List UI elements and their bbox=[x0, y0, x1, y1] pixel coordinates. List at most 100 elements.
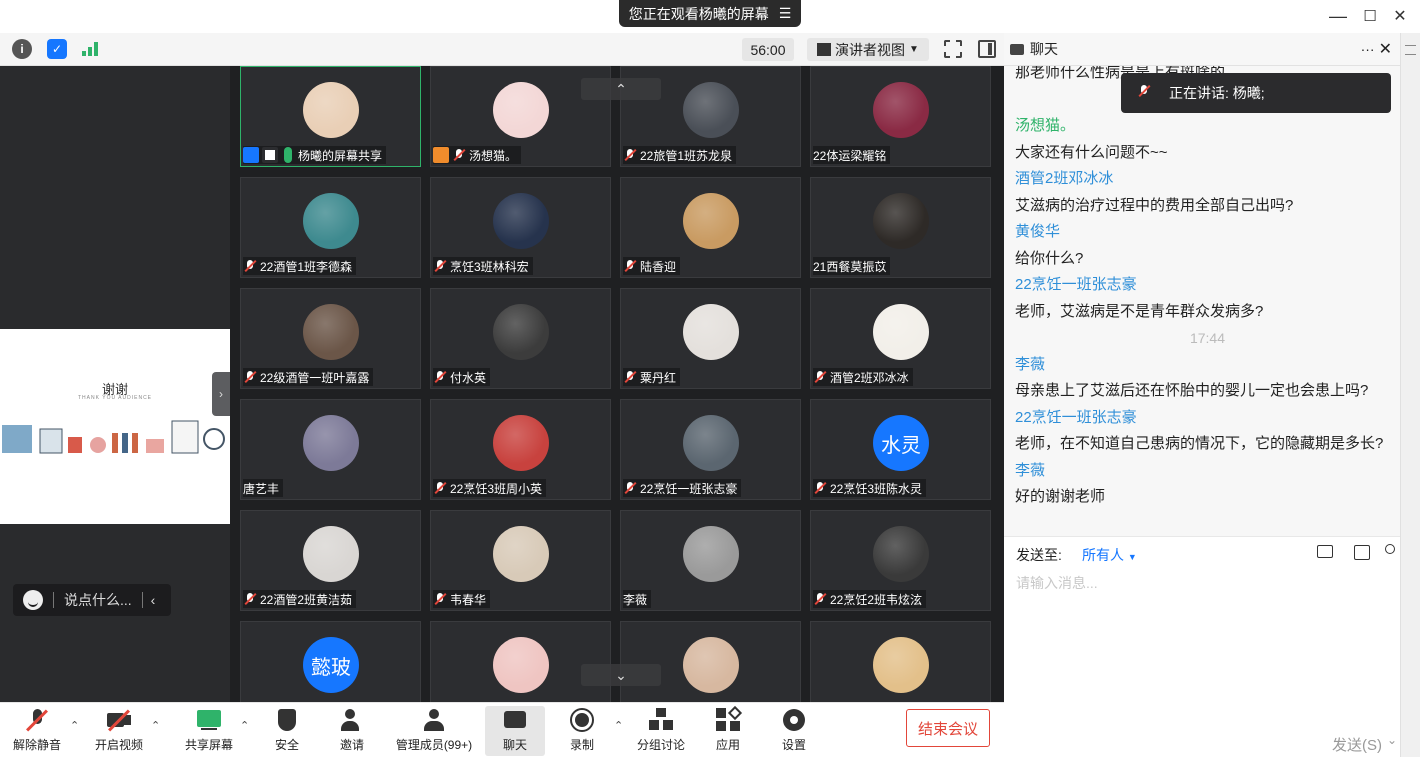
send-options-icon[interactable]: ⌄ bbox=[1387, 733, 1397, 747]
screen-share-banner[interactable]: 您正在观看杨曦的屏幕 ☰ bbox=[619, 0, 801, 27]
breakout-button[interactable]: 分组讨论 bbox=[634, 706, 688, 756]
mic-muted-icon bbox=[25, 708, 49, 732]
medical-illustration bbox=[2, 420, 225, 454]
participant-name-tag: 酒管2班邓冰冰 bbox=[813, 368, 913, 386]
send-to-dropdown[interactable]: 所有人 ▼ bbox=[1082, 545, 1137, 565]
more-icon[interactable]: ··· bbox=[1361, 41, 1375, 57]
participant-tile[interactable]: 烹饪3班林科宏 bbox=[430, 177, 611, 278]
chat-message: 母亲患上了艾滋后还在怀胎中的婴儿一定也会患上吗? bbox=[1015, 382, 1369, 399]
unmute-button[interactable]: 解除静音 bbox=[8, 706, 66, 756]
mic-muted-icon bbox=[433, 592, 447, 606]
avatar bbox=[303, 193, 359, 249]
participant-tile[interactable]: 22烹饪一班张志豪 bbox=[620, 399, 801, 500]
layout-icon[interactable] bbox=[978, 40, 996, 58]
file-icon[interactable] bbox=[1317, 545, 1333, 558]
participant-name-tag: 韦春华 bbox=[433, 590, 491, 608]
participant-name-tag: 22烹饪一班张志豪 bbox=[623, 479, 742, 497]
participant-tile[interactable]: 粟丹红 bbox=[620, 288, 801, 389]
chat-message: 老师，艾滋病是不是青年群众发病多? bbox=[1015, 302, 1264, 320]
shared-slide: 谢谢 THANK YOU AUDIENCE bbox=[0, 329, 230, 524]
meeting-timer: 56:00 bbox=[742, 38, 794, 61]
participant-name-tag: 杨曦的屏幕共享 bbox=[243, 146, 387, 164]
security-button[interactable]: 安全 bbox=[265, 706, 309, 756]
participant-name-tag: 22级酒管一班叶嘉露 bbox=[243, 368, 374, 386]
mic-muted-icon bbox=[433, 370, 447, 384]
apps-button[interactable]: 应用 bbox=[706, 705, 750, 756]
participant-tile[interactable]: 22级酒管一班叶嘉露 bbox=[240, 288, 421, 389]
participant-name-tag: 22体运梁耀铭 bbox=[813, 146, 891, 164]
close-button[interactable]: ✕ bbox=[1385, 4, 1415, 28]
participant-tile[interactable]: 李薇 bbox=[620, 510, 801, 611]
message-input[interactable]: 请输入消息... bbox=[1016, 573, 1098, 593]
record-button[interactable]: 录制 bbox=[560, 706, 604, 756]
minimize-button[interactable]: — bbox=[1323, 4, 1353, 28]
avatar bbox=[683, 526, 739, 582]
participant-tile[interactable] bbox=[620, 621, 801, 702]
scroll-up-button[interactable]: ⌃ bbox=[581, 78, 661, 100]
record-options-icon[interactable]: ⌃ bbox=[614, 719, 623, 732]
info-icon[interactable]: i bbox=[12, 39, 32, 59]
participant-tile[interactable] bbox=[810, 621, 991, 702]
share-screen-button[interactable]: 共享屏幕 bbox=[180, 706, 238, 756]
participant-tile[interactable]: 杨曦的屏幕共享 bbox=[240, 66, 421, 167]
participant-tile[interactable]: 22体运梁耀铭 bbox=[810, 66, 991, 167]
chat-message: 老师，在不知道自己患病的情况下，它的隐藏期是多长? bbox=[1015, 435, 1384, 452]
share-options-icon[interactable]: ⌃ bbox=[240, 719, 249, 732]
signal-icon[interactable] bbox=[82, 42, 100, 56]
participant-name: 22酒管1班李德森 bbox=[260, 259, 353, 274]
participant-name-tag: 21西餐莫振苡 bbox=[813, 257, 891, 275]
participant-name: 22体运梁耀铭 bbox=[813, 148, 887, 163]
side-rail bbox=[1400, 33, 1420, 757]
share-banner-text: 您正在观看杨曦的屏幕 bbox=[628, 5, 769, 22]
send-button[interactable]: 发送(S) bbox=[1332, 734, 1382, 755]
participant-tile[interactable]: 韦春华 bbox=[430, 510, 611, 611]
audio-options-icon[interactable]: ⌃ bbox=[70, 719, 79, 732]
participant-tile[interactable]: 22烹饪2班韦炫泫 bbox=[810, 510, 991, 611]
participant-tile[interactable]: 21西餐莫振苡 bbox=[810, 177, 991, 278]
chat-sender: 22烹饪一班张志豪 bbox=[1015, 408, 1137, 426]
user-icon[interactable] bbox=[1385, 544, 1395, 554]
participant-tile[interactable]: 陆香迎 bbox=[620, 177, 801, 278]
participant-tile[interactable] bbox=[430, 621, 611, 702]
scroll-down-button[interactable]: ⌄ bbox=[581, 664, 661, 686]
maximize-button[interactable]: ☐ bbox=[1355, 4, 1385, 28]
video-options-icon[interactable]: ⌃ bbox=[151, 719, 160, 732]
reaction-input[interactable]: 说点什么... ‹ bbox=[13, 584, 171, 616]
side-menu-icon[interactable] bbox=[1405, 45, 1416, 55]
view-mode-dropdown[interactable]: 演讲者视图 ▼ bbox=[807, 38, 929, 61]
participant-tile[interactable]: 22烹饪3班周小英 bbox=[430, 399, 611, 500]
participant-tile[interactable]: 懿玻 bbox=[240, 621, 421, 702]
banner-menu-icon[interactable]: ☰ bbox=[779, 5, 792, 22]
invite-button[interactable]: 邀请 bbox=[330, 706, 374, 756]
chevron-left-icon[interactable]: ‹ bbox=[151, 592, 156, 608]
participant-name: 陆香迎 bbox=[640, 259, 677, 274]
participant-name-tag: 22烹饪2班韦炫泫 bbox=[813, 590, 927, 608]
avatar bbox=[873, 526, 929, 582]
participant-tile[interactable]: 唐艺丰 bbox=[240, 399, 421, 500]
manage-members-button[interactable]: 管理成员(99+) bbox=[392, 706, 476, 756]
settings-button[interactable]: 设置 bbox=[772, 706, 816, 756]
fullscreen-icon[interactable] bbox=[944, 40, 962, 58]
collapse-preview-button[interactable]: › bbox=[212, 372, 230, 416]
speaking-label: 正在讲话: 杨曦; bbox=[1169, 85, 1265, 101]
start-video-button[interactable]: 开启视频 bbox=[90, 706, 148, 756]
avatar bbox=[683, 637, 739, 693]
end-meeting-button[interactable]: 结束会议 bbox=[906, 709, 990, 747]
participant-tile[interactable]: 22酒管2班黄洁茹 bbox=[240, 510, 421, 611]
say-something-placeholder: 说点什么... bbox=[64, 592, 132, 608]
participant-tile[interactable]: 水灵 22烹饪3班陈水灵 bbox=[810, 399, 991, 500]
avatar bbox=[873, 82, 929, 138]
participant-tile[interactable]: 酒管2班邓冰冰 bbox=[810, 288, 991, 389]
notice-icon[interactable] bbox=[1354, 545, 1370, 560]
chat-button[interactable]: 聊天 bbox=[485, 706, 545, 756]
participant-name-tag: 22旅管1班苏龙泉 bbox=[623, 146, 737, 164]
participant-tile[interactable]: 付水英 bbox=[430, 288, 611, 389]
breakout-icon bbox=[649, 708, 673, 732]
chat-sender: 酒管2班邓冰冰 bbox=[1015, 170, 1114, 187]
chat-close-icon[interactable]: ✕ bbox=[1379, 39, 1392, 59]
participant-tile[interactable]: 22酒管1班李德森 bbox=[240, 177, 421, 278]
chevron-down-icon: ▼ bbox=[909, 44, 919, 55]
mic-muted-icon bbox=[813, 592, 827, 606]
emoji-icon[interactable] bbox=[23, 590, 43, 610]
shield-icon[interactable]: ✓ bbox=[47, 39, 67, 59]
